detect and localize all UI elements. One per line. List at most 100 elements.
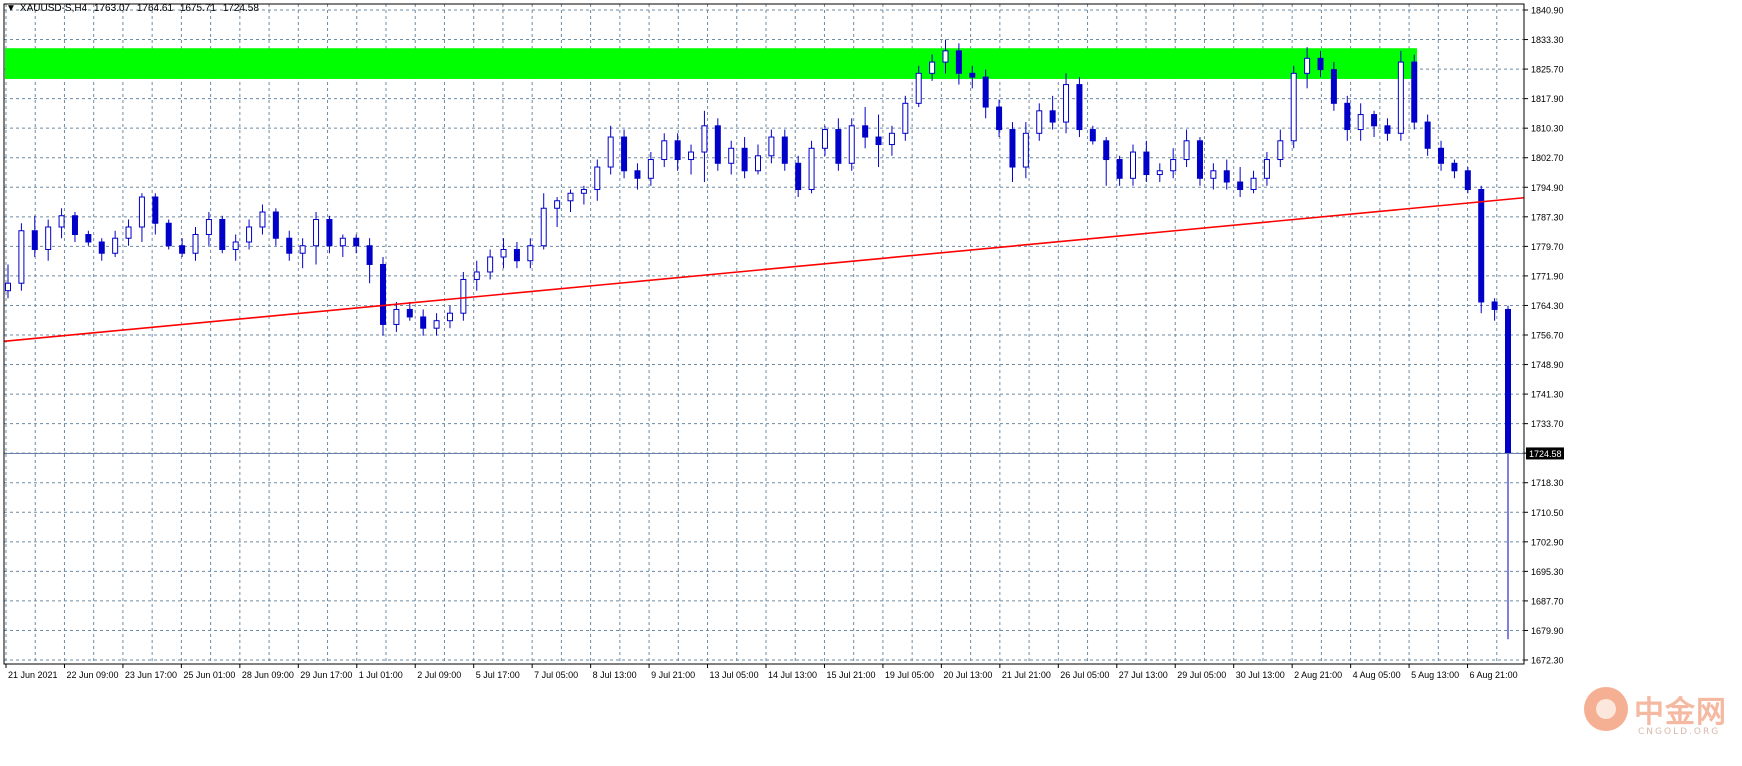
- x-tick-label: 21 Jul 21:00: [1002, 670, 1051, 680]
- candle-body-bullish: [1357, 114, 1364, 131]
- candle-body-bullish: [929, 61, 936, 74]
- candle-body-bullish: [299, 245, 306, 254]
- open-value: 1763.07: [93, 3, 131, 14]
- candle: [1290, 65, 1297, 149]
- candle-body-bullish: [1183, 140, 1190, 161]
- x-tick-label: 7 Jul 05:00: [534, 670, 578, 680]
- candle-body-bearish: [1384, 125, 1391, 134]
- y-tick-label: 1756.70: [1531, 331, 1564, 341]
- x-tick-label: 29 Jun 17:00: [300, 670, 352, 680]
- candle-body-bullish: [607, 136, 614, 168]
- y-tick-label: 1787.30: [1531, 212, 1564, 222]
- x-tick-label: 9 Jul 21:00: [651, 670, 695, 680]
- candle-body-bearish: [982, 76, 989, 108]
- low-value: 1675.71: [179, 3, 216, 14]
- price-chart[interactable]: 1840.90 1833.30 1825.70 1817.90 1810.30 1802.…: [0, 0, 1742, 761]
- candle: [1478, 185, 1485, 314]
- candle-body-bearish: [1103, 140, 1110, 161]
- watermark-sub: CNGOLD.ORG: [1638, 727, 1721, 737]
- candle-body-bearish: [98, 241, 105, 254]
- candle-body-bullish: [1250, 177, 1257, 191]
- candle-body-bullish: [888, 132, 895, 146]
- x-tick-label: 8 Jul 13:00: [593, 670, 637, 680]
- y-tick-label: 1817.90: [1531, 94, 1564, 104]
- candle: [1330, 62, 1337, 111]
- candle-body-bearish: [862, 125, 869, 138]
- y-tick-label: 1710.50: [1531, 508, 1564, 518]
- candle-body-bearish: [1330, 69, 1337, 104]
- candle-body-bearish: [272, 211, 279, 239]
- candle-body-bearish: [1438, 147, 1445, 164]
- x-tick-label: 5 Jul 17:00: [476, 670, 520, 680]
- x-tick-label: 2 Aug 21:00: [1294, 670, 1342, 680]
- candle-body-bearish: [969, 72, 976, 78]
- candle-body-bullish: [138, 196, 145, 228]
- candle-body-bullish: [527, 245, 534, 262]
- candle-body-bearish: [1049, 110, 1056, 123]
- close-value: 1724.58: [222, 3, 259, 14]
- candle-body-bullish: [1290, 72, 1297, 142]
- candle-body-bullish: [460, 278, 467, 314]
- candle: [460, 271, 467, 321]
- candle-body-bearish: [795, 162, 802, 191]
- candle-body-bearish: [1464, 170, 1471, 191]
- candle-body-bearish: [621, 136, 628, 172]
- candle-body-bullish: [1130, 151, 1136, 179]
- candle-body-bullish: [125, 226, 132, 239]
- candle: [1076, 77, 1083, 138]
- candle-body-bullish: [808, 147, 815, 191]
- candle-body-bullish: [500, 248, 507, 258]
- candle-body-bullish: [594, 166, 601, 191]
- triangle-down-icon[interactable]: ▼: [6, 3, 16, 14]
- y-tick-label: 1748.90: [1531, 360, 1564, 370]
- candle-body-bullish: [433, 320, 440, 329]
- candle-body-bearish: [1196, 140, 1203, 179]
- x-tick-label: 29 Jul 05:00: [1177, 670, 1226, 680]
- x-tick-label: 5 Aug 13:00: [1411, 670, 1459, 680]
- y-tick-label: 1771.90: [1531, 271, 1564, 281]
- candle-body-bullish: [647, 159, 654, 179]
- candle-body-bearish: [286, 237, 293, 254]
- candle: [621, 129, 628, 179]
- candle-body-bearish: [1505, 308, 1511, 454]
- candle-body-bullish: [1036, 110, 1043, 134]
- y-tick-label: 1741.30: [1531, 390, 1564, 400]
- candle-body-bullish: [259, 211, 266, 228]
- x-tick-label: 21 Jun 2021: [8, 670, 58, 680]
- chart-window[interactable]: 1840.90 1833.30 1825.70 1817.90 1810.30 1802.…: [0, 0, 1742, 761]
- candle: [380, 256, 386, 336]
- y-tick-label: 1779.70: [1531, 242, 1564, 252]
- candle-body-bearish: [634, 170, 641, 179]
- resistance-zone-layer: [5, 48, 1417, 79]
- y-tick-label: 1695.30: [1531, 567, 1564, 577]
- x-tick-label: 6 Aug 21:00: [1470, 670, 1518, 680]
- x-tick-label: 25 Jun 01:00: [183, 670, 235, 680]
- x-tick-label: 22 Jun 09:00: [66, 670, 118, 680]
- x-tick-label: 20 Jul 13:00: [943, 670, 992, 680]
- candle-body-bullish: [942, 50, 949, 63]
- x-tick-label: 13 Jul 05:00: [710, 670, 759, 680]
- candle-body-bearish: [406, 308, 413, 318]
- symbol-label: XAUUSD-S,H4: [19, 3, 88, 14]
- candle: [165, 219, 172, 250]
- candle-body-bearish: [1371, 114, 1378, 127]
- candle-body-bearish: [366, 245, 373, 265]
- candle-body-bullish: [540, 207, 547, 247]
- candle: [1464, 167, 1471, 194]
- candle-body-bullish: [246, 226, 253, 243]
- candle: [848, 118, 855, 171]
- candle-body-bullish: [1263, 159, 1270, 179]
- candle-body-bearish: [179, 245, 186, 254]
- candle-body-bullish: [902, 102, 909, 134]
- candle-body-bearish: [85, 233, 92, 243]
- candle-body-bullish: [567, 192, 574, 202]
- candle-body-bullish: [755, 155, 761, 172]
- y-tick-label: 1840.90: [1531, 6, 1564, 16]
- candle: [1411, 54, 1418, 130]
- y-tick-label: 1679.90: [1531, 626, 1564, 636]
- candle-body-bullish: [446, 312, 453, 322]
- y-tick-label: 1794.90: [1531, 183, 1564, 193]
- candle-body-bearish: [1411, 61, 1418, 123]
- y-tick-label: 1718.30: [1531, 478, 1564, 488]
- candle-body-bearish: [71, 215, 78, 235]
